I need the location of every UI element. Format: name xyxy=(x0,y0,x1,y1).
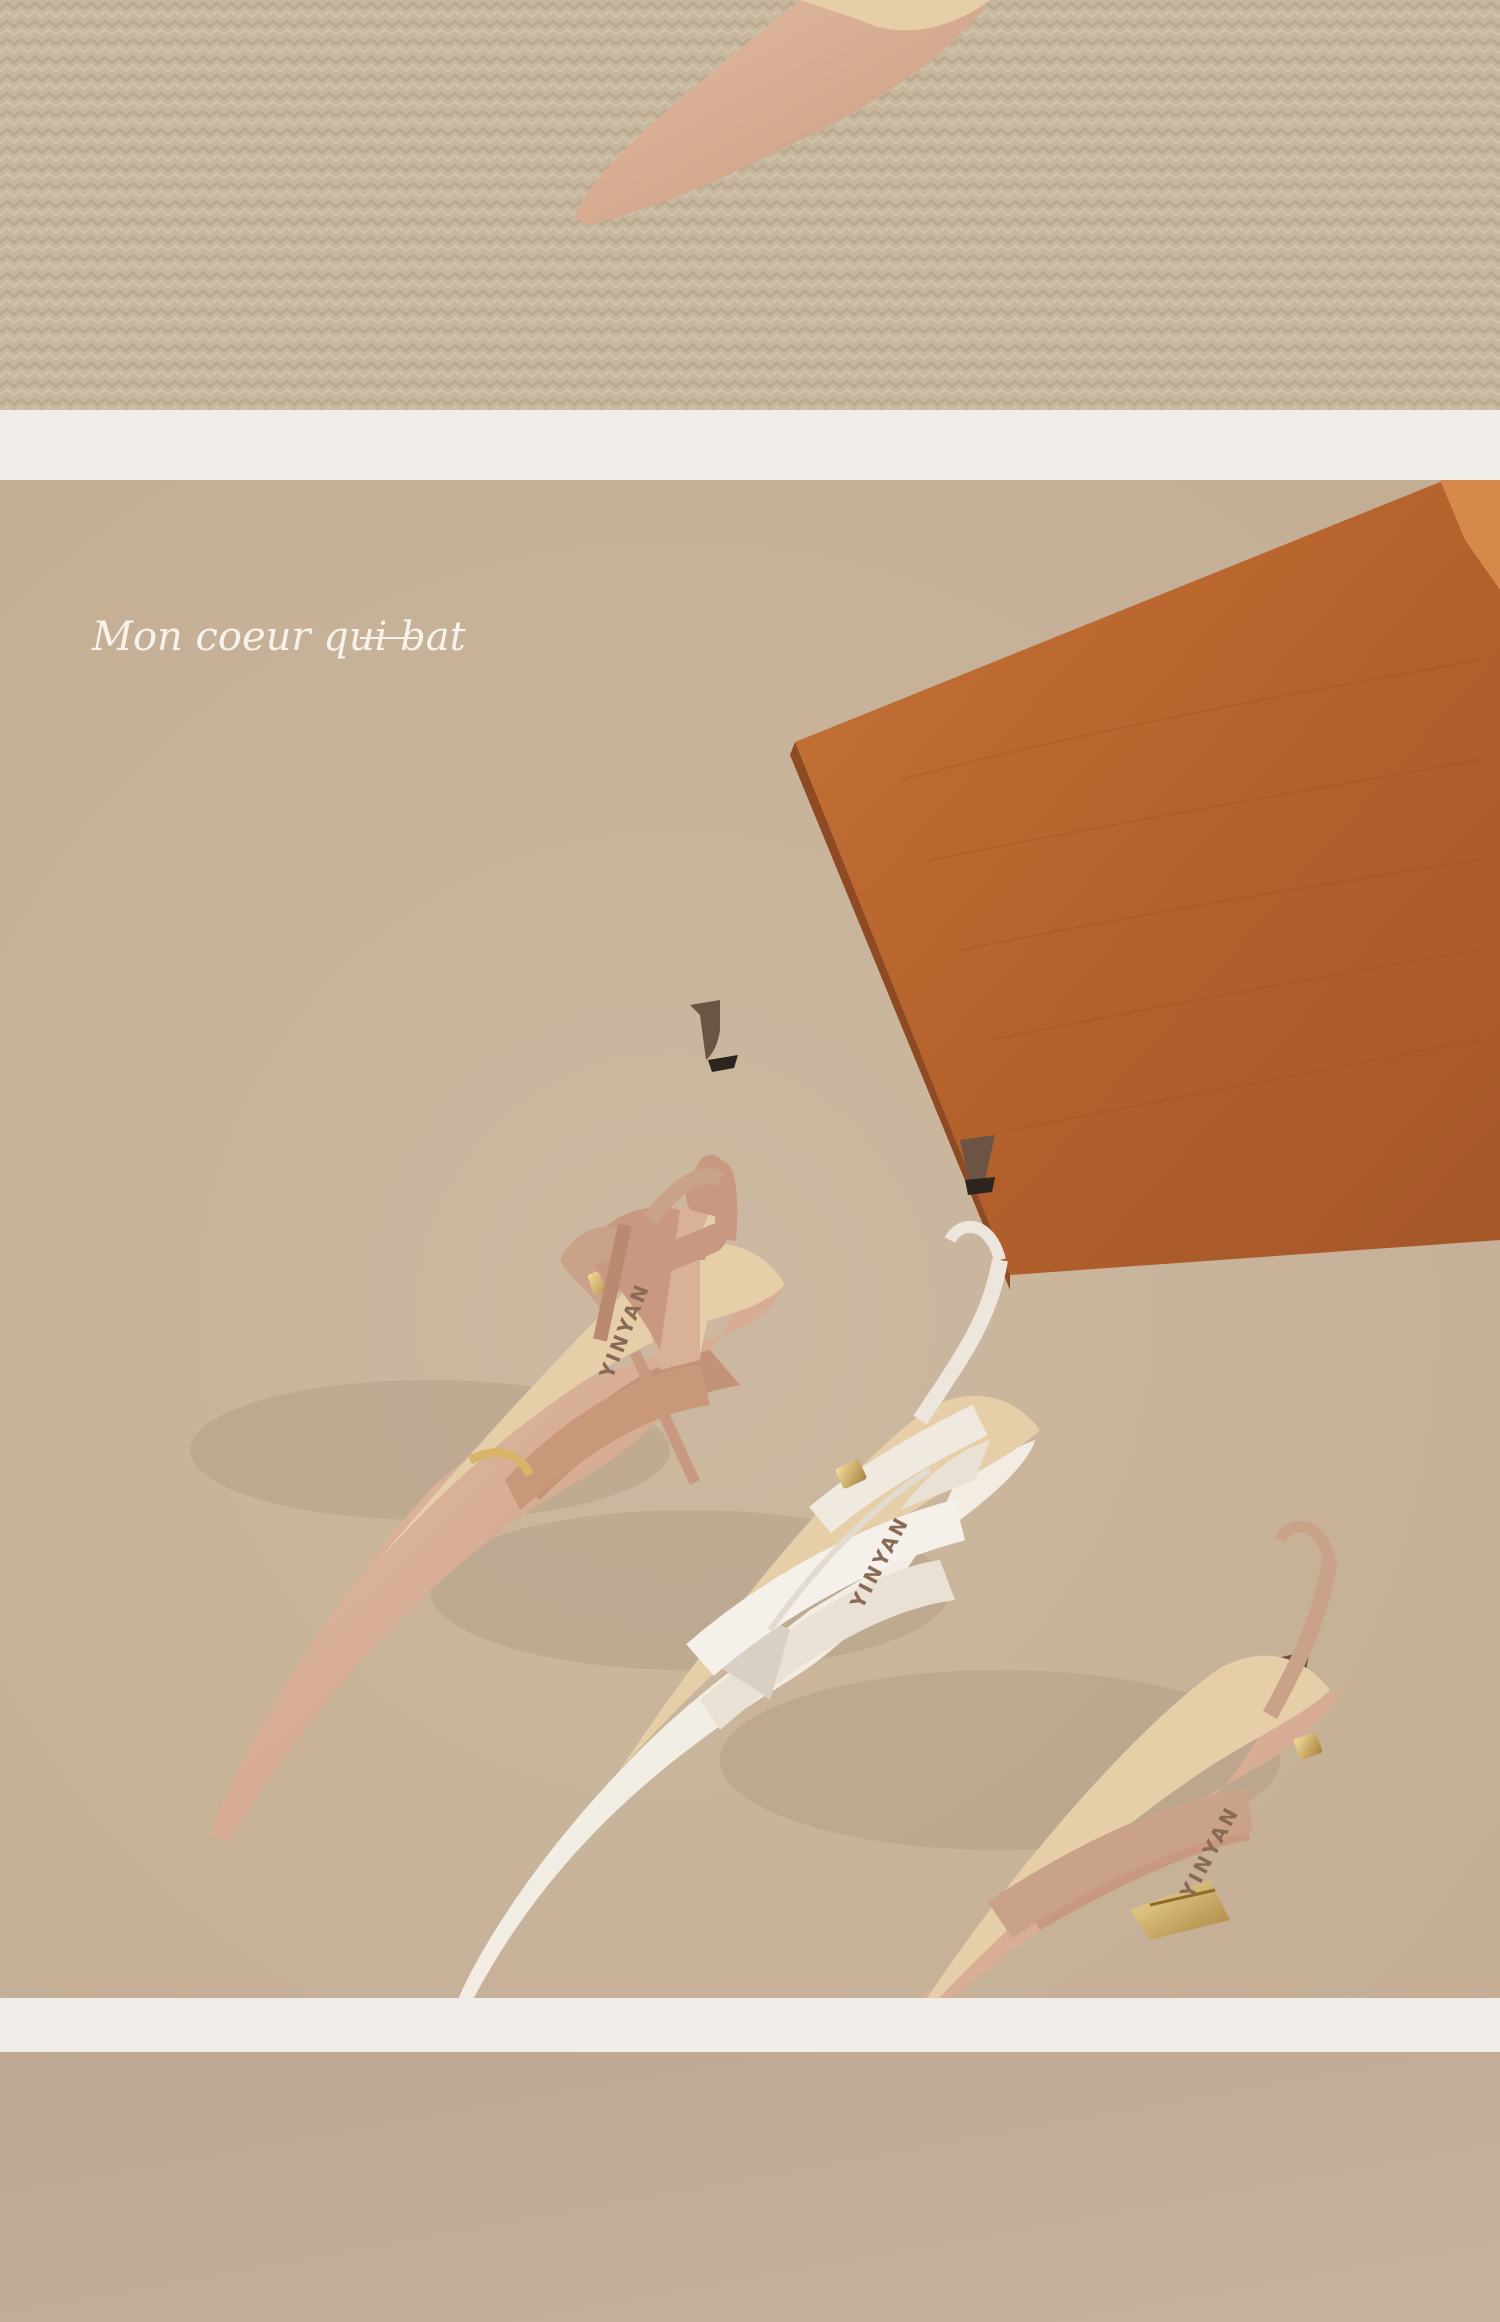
bottom-photo-panel xyxy=(0,2052,1500,2322)
divider-gap xyxy=(0,1998,1500,2052)
bottom-photo xyxy=(0,2052,1500,2322)
main-photo-panel: Mon coeur qui bat YINYAN YINYAN YINYAN xyxy=(0,480,1500,1998)
top-photo-panel xyxy=(0,0,1500,410)
divider-gap xyxy=(0,410,1500,480)
product-photo: Mon coeur qui bat YINYAN YINYAN YINYAN xyxy=(0,480,1500,1998)
woven-rug-photo xyxy=(0,0,1500,410)
